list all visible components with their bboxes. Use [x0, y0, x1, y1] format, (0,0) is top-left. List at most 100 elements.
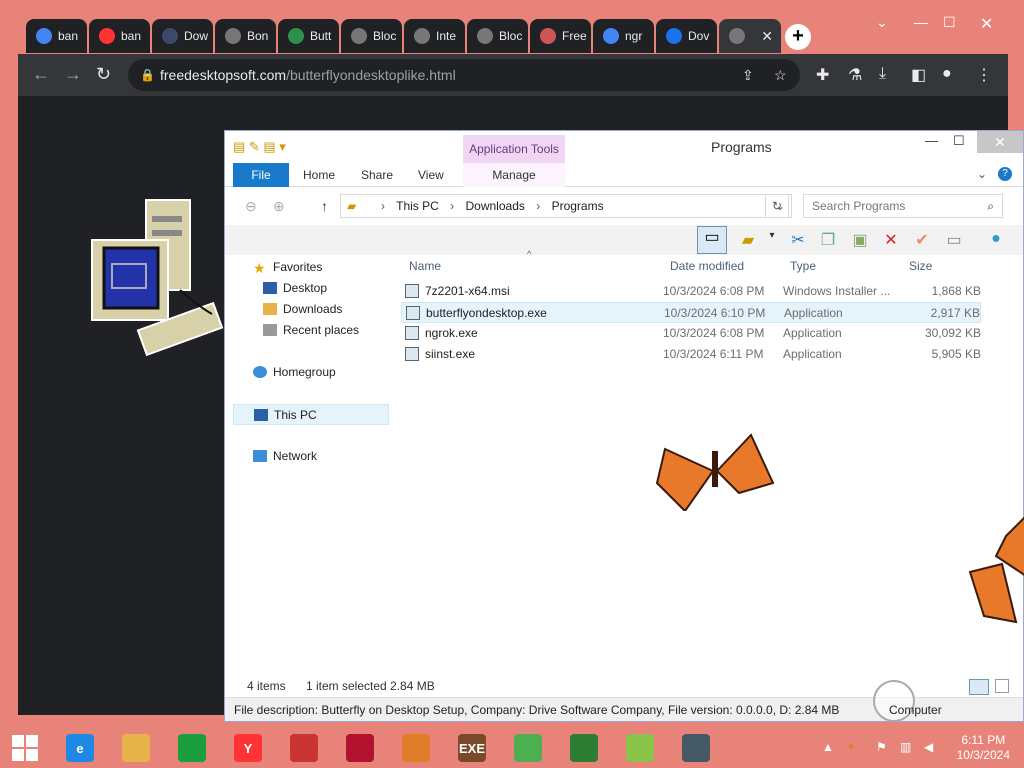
- nav-recent-places[interactable]: Recent places: [233, 320, 389, 341]
- tab-search-icon[interactable]: ⌄: [876, 14, 888, 31]
- dropdown-icon[interactable]: ▾: [761, 230, 783, 250]
- taskbar-app-idm[interactable]: [558, 730, 610, 766]
- taskbar-app-opera[interactable]: [334, 730, 386, 766]
- browser-tab[interactable]: ban: [89, 19, 150, 53]
- volume-icon[interactable]: ◀: [924, 740, 933, 754]
- details-view-icon[interactable]: [969, 679, 989, 695]
- breadcrumb-chevron-icon[interactable]: ›: [381, 199, 385, 213]
- nav-desktop[interactable]: Desktop: [233, 278, 389, 299]
- nav-this-pc[interactable]: This PC: [233, 404, 389, 425]
- taskbar-app-app-green[interactable]: [614, 730, 666, 766]
- share-bubble-icon[interactable]: ●: [985, 230, 1007, 250]
- file-row[interactable]: butterflyondesktop.exe 10/3/2024 6:10 PM A…: [401, 302, 981, 323]
- reload-icon[interactable]: ↻: [96, 64, 111, 85]
- nav-favorites[interactable]: ★ Favorites: [233, 257, 389, 278]
- breadcrumb-chevron-icon[interactable]: ›: [450, 199, 454, 213]
- taskbar-app-ie[interactable]: e: [54, 730, 106, 766]
- taskbar-app-app-orange[interactable]: [390, 730, 442, 766]
- nav-downloads[interactable]: Downloads: [233, 299, 389, 320]
- browser-tab[interactable]: Inte: [404, 19, 465, 53]
- butterfly-tray-icon[interactable]: ✦: [846, 740, 856, 754]
- extensions-icon[interactable]: ✚: [816, 65, 829, 85]
- taskbar-app-explorer[interactable]: [110, 730, 162, 766]
- browser-tab[interactable]: Bloc: [341, 19, 402, 53]
- explorer-close-button[interactable]: ✕: [977, 131, 1023, 153]
- address-breadcrumb[interactable]: ▰ › This PC › Downloads › Programs ⌄: [340, 194, 792, 218]
- browser-tab[interactable]: Bon: [215, 19, 276, 53]
- taskbar-app-chrome[interactable]: [502, 730, 554, 766]
- file-row[interactable]: 7z2201-x64.msi 10/3/2024 6:08 PM Windows I…: [401, 281, 981, 302]
- quick-access-toolbar-icon[interactable]: ▤ ✎ ▤ ▾: [233, 139, 286, 155]
- menu-kebab-icon[interactable]: ⋮: [976, 65, 992, 85]
- system-clock[interactable]: 6:11 PM 10/3/2024: [957, 733, 1010, 763]
- profile-icon[interactable]: ●: [942, 65, 952, 83]
- nav-network[interactable]: Network: [233, 446, 389, 467]
- column-name[interactable]: Name: [409, 259, 441, 273]
- minimize-button[interactable]: —: [914, 14, 928, 30]
- taskbar-app-app-red[interactable]: [278, 730, 330, 766]
- network-tray-icon[interactable]: ▥: [900, 740, 911, 754]
- file-row[interactable]: siinst.exe 10/3/2024 6:11 PM Application 5,…: [401, 344, 981, 365]
- show-hidden-icons[interactable]: ▲: [822, 740, 834, 754]
- taskbar-app-store[interactable]: [166, 730, 218, 766]
- browser-tab[interactable]: ban: [26, 19, 87, 53]
- browser-tab[interactable]: Bloc: [467, 19, 528, 53]
- browser-tab[interactable]: ngr: [593, 19, 654, 53]
- breadcrumb-programs[interactable]: Programs: [552, 199, 604, 213]
- nav-homegroup[interactable]: Homegroup: [233, 362, 389, 383]
- browser-tab[interactable]: Dow: [152, 19, 213, 53]
- close-button[interactable]: ✕: [980, 14, 993, 34]
- side-panel-icon[interactable]: ◧: [911, 65, 926, 85]
- refresh-button[interactable]: ↻: [765, 194, 789, 218]
- explorer-maximize-button[interactable]: ☐: [953, 133, 965, 149]
- ribbon-expand-icon[interactable]: ⌄: [977, 167, 987, 181]
- new-tab-button[interactable]: +: [785, 24, 811, 50]
- rename-icon[interactable]: ▭: [943, 230, 965, 250]
- address-bar[interactable]: 🔒 freedesktopsoft.com/butterflyondesktop…: [128, 59, 800, 91]
- up-arrow-icon[interactable]: ↑: [321, 198, 328, 214]
- labs-flask-icon[interactable]: ⚗: [848, 65, 862, 85]
- checkmark-icon[interactable]: ✔: [911, 230, 933, 250]
- file-row[interactable]: ngrok.exe 10/3/2024 6:08 PM Application 30,…: [401, 323, 981, 344]
- browser-tab[interactable]: Butt: [278, 19, 339, 53]
- properties-folder-icon[interactable]: ▰: [737, 230, 759, 250]
- back-icon[interactable]: ←: [32, 64, 50, 85]
- cut-icon[interactable]: ✂: [787, 230, 809, 250]
- column-date-modified[interactable]: Date modified: [670, 259, 744, 273]
- back-arrow-icon[interactable]: ⊖: [245, 198, 257, 215]
- breadcrumb-chevron-icon[interactable]: ›: [536, 199, 540, 213]
- column-type[interactable]: Type: [790, 259, 816, 273]
- download-icon[interactable]: ⤓: [879, 65, 886, 83]
- search-input[interactable]: Search Programs ⌕: [803, 194, 1003, 218]
- forward-arrow-icon[interactable]: ⊕: [273, 198, 285, 215]
- preview-pane-icon[interactable]: ▭: [697, 226, 727, 254]
- start-button[interactable]: [0, 730, 50, 766]
- tab-share[interactable]: Share: [349, 163, 405, 187]
- breadcrumb-this-pc[interactable]: This PC: [396, 199, 439, 213]
- share-icon[interactable]: ⇪: [742, 59, 754, 91]
- tab-home[interactable]: Home: [291, 163, 347, 187]
- tab-close-icon[interactable]: ✕: [761, 28, 773, 45]
- column-size[interactable]: Size: [909, 259, 932, 273]
- taskbar-app-yandex[interactable]: Y: [222, 730, 274, 766]
- tab-manage[interactable]: Manage: [463, 163, 565, 187]
- maximize-button[interactable]: ☐: [943, 14, 956, 31]
- search-icon[interactable]: ⌕: [987, 195, 994, 217]
- forward-icon[interactable]: →: [64, 64, 82, 85]
- browser-tab[interactable]: Dov: [656, 19, 717, 53]
- large-icons-view-icon[interactable]: [995, 679, 1009, 693]
- tab-file[interactable]: File: [233, 163, 289, 187]
- paste-icon[interactable]: ▣: [849, 230, 871, 250]
- copy-icon[interactable]: ❐: [817, 230, 839, 250]
- breadcrumb-downloads[interactable]: Downloads: [466, 199, 525, 213]
- bookmark-star-icon[interactable]: ☆: [774, 59, 787, 91]
- help-icon[interactable]: ?: [998, 167, 1012, 181]
- explorer-minimize-button[interactable]: —: [925, 133, 938, 148]
- browser-tab[interactable]: Free: [530, 19, 591, 53]
- tab-view[interactable]: View: [406, 163, 456, 187]
- delete-icon[interactable]: ✕: [880, 230, 902, 250]
- flag-icon[interactable]: ⚑: [876, 740, 887, 754]
- taskbar-app-app-window[interactable]: [670, 730, 722, 766]
- browser-tab[interactable]: ✕: [719, 19, 781, 53]
- taskbar-app-youtube-exe[interactable]: EXE: [446, 730, 498, 766]
